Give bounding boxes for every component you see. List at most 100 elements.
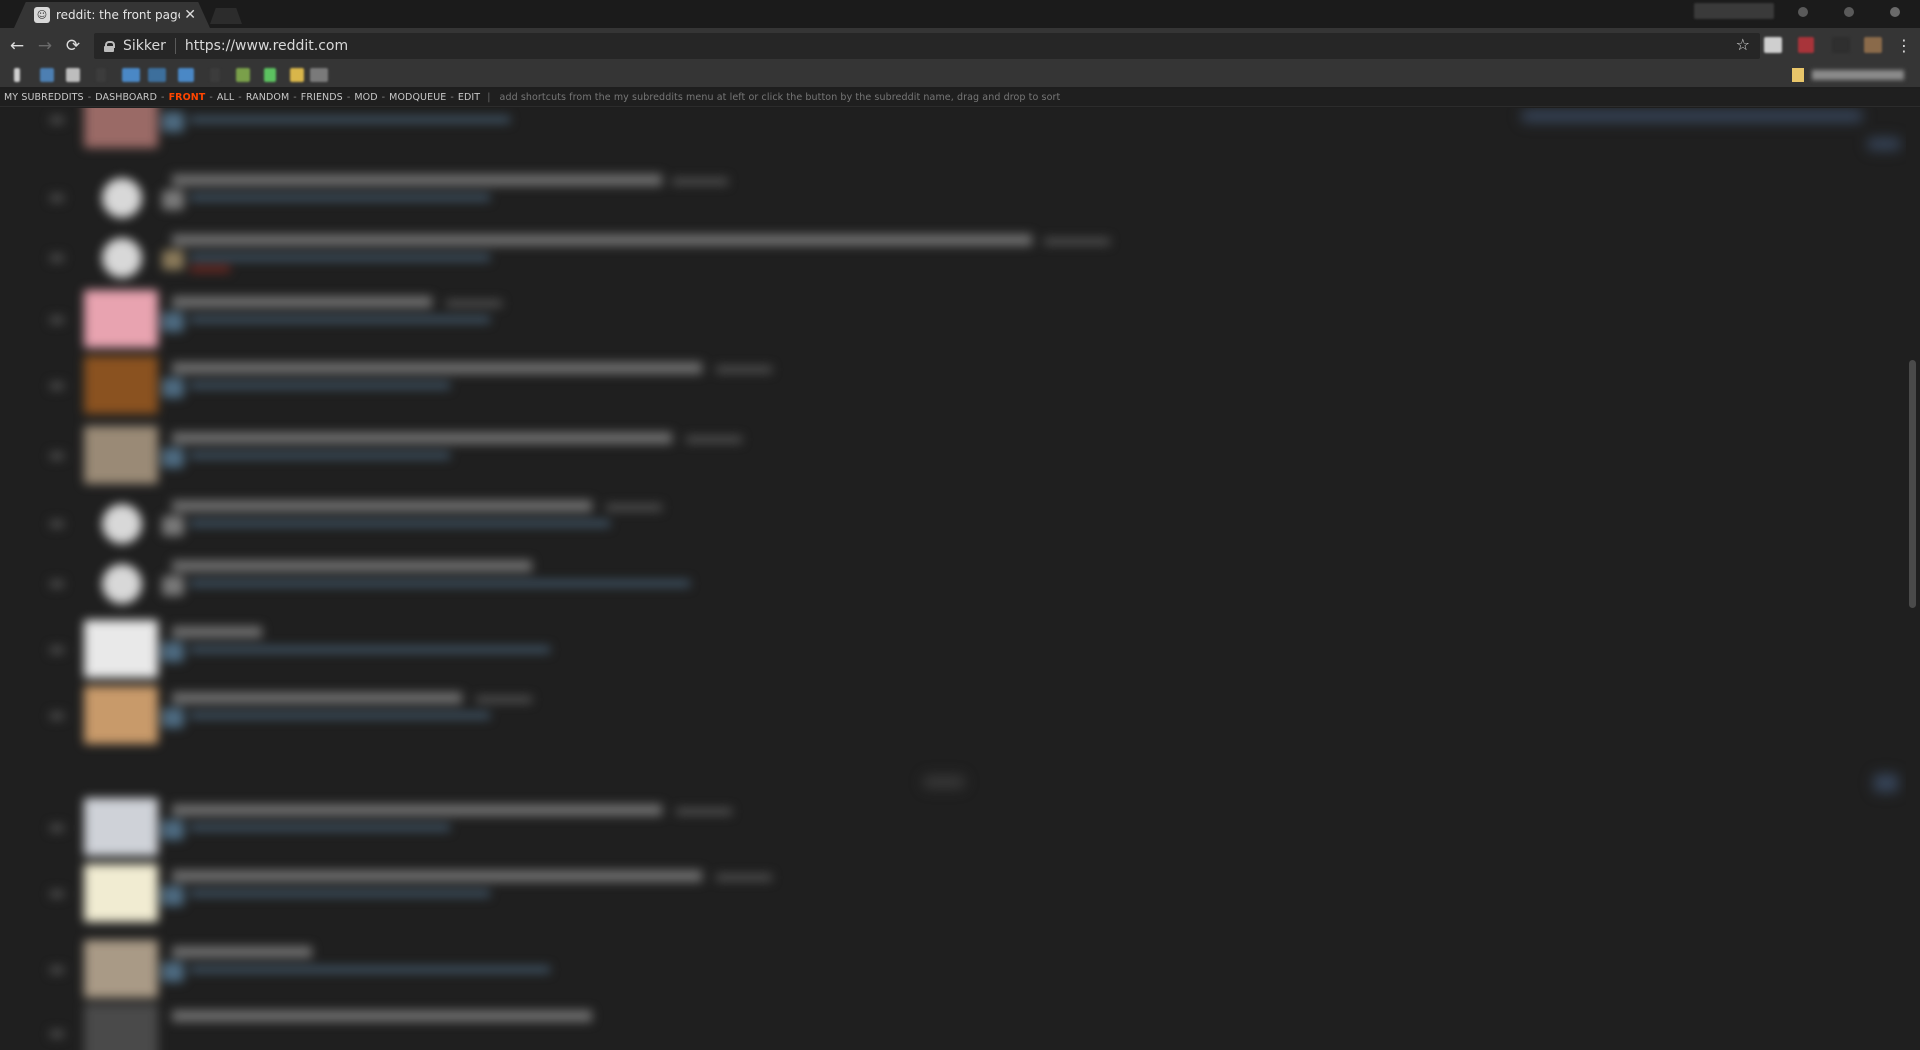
- browser-tab-active[interactable]: ☺ reddit: the front page of ✕: [14, 2, 210, 28]
- post-rank: [50, 580, 64, 588]
- post-vote-icon[interactable]: [162, 190, 184, 210]
- bookmark-item[interactable]: [14, 68, 20, 82]
- bookmark-item[interactable]: [290, 68, 304, 82]
- post-title[interactable]: [172, 692, 462, 704]
- list-item[interactable]: [0, 228, 1900, 288]
- scrollbar-thumb[interactable]: [1909, 360, 1916, 608]
- post-title[interactable]: [172, 560, 532, 572]
- close-icon[interactable]: ✕: [184, 7, 196, 23]
- reload-button[interactable]: ⟳: [62, 35, 84, 57]
- post-meta: [190, 966, 550, 973]
- post-thumbnail[interactable]: [102, 564, 142, 604]
- nav-edit[interactable]: EDIT: [458, 92, 480, 103]
- nav-mod[interactable]: MOD: [354, 92, 377, 103]
- list-item[interactable]: [0, 620, 1900, 680]
- list-item[interactable]: [0, 940, 1900, 1000]
- bookmark-item[interactable]: [236, 68, 250, 82]
- post-thumbnail[interactable]: [84, 864, 158, 922]
- bookmark-item[interactable]: [178, 68, 194, 82]
- post-title[interactable]: [172, 626, 262, 638]
- bookmark-item[interactable]: [96, 68, 106, 82]
- post-title[interactable]: [172, 946, 312, 958]
- list-item[interactable]: [0, 290, 1900, 350]
- post-thumbnail[interactable]: [84, 108, 158, 148]
- extension-icon[interactable]: [1864, 37, 1882, 53]
- post-thumbnail[interactable]: [84, 290, 158, 348]
- nav-separator: -: [346, 92, 351, 103]
- minimize-button[interactable]: [1798, 7, 1808, 17]
- post-thumbnail[interactable]: [84, 1004, 158, 1050]
- post-thumbnail[interactable]: [102, 178, 142, 218]
- post-title[interactable]: [172, 174, 662, 186]
- post-thumbnail[interactable]: [84, 620, 158, 678]
- post-vote-icon[interactable]: [162, 112, 184, 132]
- extension-icon[interactable]: [1764, 37, 1782, 53]
- post-vote-icon[interactable]: [162, 708, 184, 728]
- post-title[interactable]: [172, 500, 592, 512]
- other-bookmarks[interactable]: [1792, 68, 1904, 82]
- post-title[interactable]: [172, 1010, 592, 1022]
- bookmark-item[interactable]: [264, 68, 276, 82]
- post-vote-icon[interactable]: [162, 378, 184, 398]
- forward-button[interactable]: →: [34, 35, 56, 57]
- post-title[interactable]: [172, 234, 1032, 246]
- list-item[interactable]: [0, 798, 1900, 858]
- profile-badge[interactable]: [1694, 3, 1774, 19]
- maximize-button[interactable]: [1844, 7, 1854, 17]
- post-vote-icon[interactable]: [162, 312, 184, 332]
- post-vote-icon[interactable]: [162, 448, 184, 468]
- list-item[interactable]: [0, 1004, 1900, 1050]
- nav-modqueue[interactable]: MODQUEUE: [389, 92, 446, 103]
- browser-menu-icon[interactable]: ⋮: [1896, 35, 1912, 57]
- post-thumbnail[interactable]: [84, 356, 158, 414]
- post-title[interactable]: [172, 804, 662, 816]
- nav-front[interactable]: FRONT: [169, 92, 206, 103]
- post-thumbnail[interactable]: [102, 504, 142, 544]
- close-window-button[interactable]: [1890, 7, 1900, 17]
- bookmark-item[interactable]: [40, 68, 54, 82]
- new-tab-button[interactable]: [210, 8, 242, 24]
- nav-all[interactable]: ALL: [217, 92, 234, 103]
- nav-my-subreddits[interactable]: MY SUBREDDITS: [4, 92, 84, 103]
- list-item[interactable]: [0, 168, 1900, 228]
- back-button[interactable]: ←: [6, 35, 28, 57]
- list-item[interactable]: [0, 554, 1900, 614]
- post-thumbnail[interactable]: [84, 940, 158, 998]
- nav-random[interactable]: RANDOM: [246, 92, 289, 103]
- list-item[interactable]: [0, 356, 1900, 416]
- post-vote-icon[interactable]: [162, 250, 184, 270]
- post-title[interactable]: [172, 432, 672, 444]
- extension-icon[interactable]: [1832, 37, 1850, 53]
- post-domain: [446, 300, 502, 307]
- bookmark-item[interactable]: [148, 68, 166, 82]
- bookmark-star-icon[interactable]: ☆: [1736, 35, 1750, 54]
- list-item[interactable]: [0, 494, 1900, 554]
- address-bar[interactable]: Sikker https://www.reddit.com ☆: [94, 33, 1760, 59]
- extension-icon[interactable]: [1798, 37, 1814, 53]
- post-vote-icon[interactable]: [162, 642, 184, 662]
- post-thumbnail[interactable]: [84, 798, 158, 856]
- nav-dashboard[interactable]: DASHBOARD: [95, 92, 157, 103]
- post-vote-icon[interactable]: [162, 820, 184, 840]
- nav-friends[interactable]: FRIENDS: [301, 92, 343, 103]
- list-item[interactable]: [0, 426, 1900, 486]
- bookmark-item[interactable]: [66, 68, 80, 82]
- post-title[interactable]: [172, 296, 432, 308]
- post-vote-icon[interactable]: [162, 576, 184, 596]
- list-item[interactable]: [0, 864, 1900, 924]
- post-vote-icon[interactable]: [162, 886, 184, 906]
- bookmark-item[interactable]: [310, 68, 328, 82]
- post-title[interactable]: [172, 870, 702, 882]
- page-scrollbar[interactable]: [1906, 108, 1918, 1050]
- post-title[interactable]: [172, 362, 702, 374]
- post-thumbnail[interactable]: [84, 426, 158, 484]
- list-item[interactable]: [0, 686, 1900, 746]
- post-vote-icon[interactable]: [162, 962, 184, 982]
- bookmark-item[interactable]: [122, 68, 140, 82]
- post-thumbnail[interactable]: [84, 686, 158, 744]
- url-text[interactable]: https://www.reddit.com: [185, 38, 348, 54]
- post-meta: [190, 194, 490, 201]
- bookmark-item[interactable]: [210, 68, 220, 82]
- post-vote-icon[interactable]: [162, 516, 184, 536]
- post-thumbnail[interactable]: [102, 238, 142, 278]
